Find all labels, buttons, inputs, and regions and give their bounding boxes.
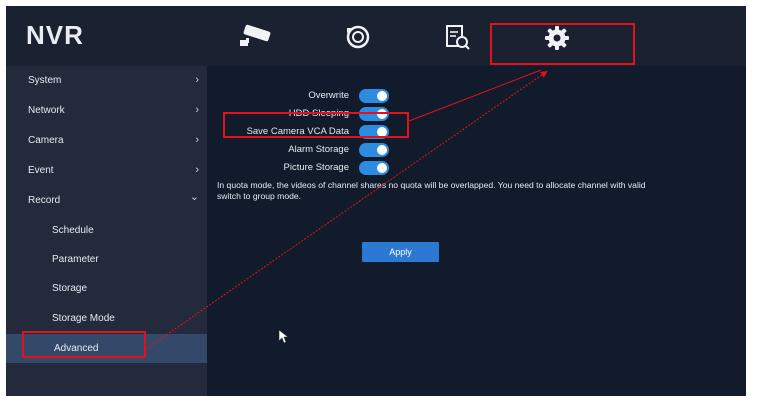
arrow-line-vca — [408, 69, 542, 122]
annotation-arrows — [145, 69, 548, 350]
arrow-to-settings — [145, 70, 548, 350]
